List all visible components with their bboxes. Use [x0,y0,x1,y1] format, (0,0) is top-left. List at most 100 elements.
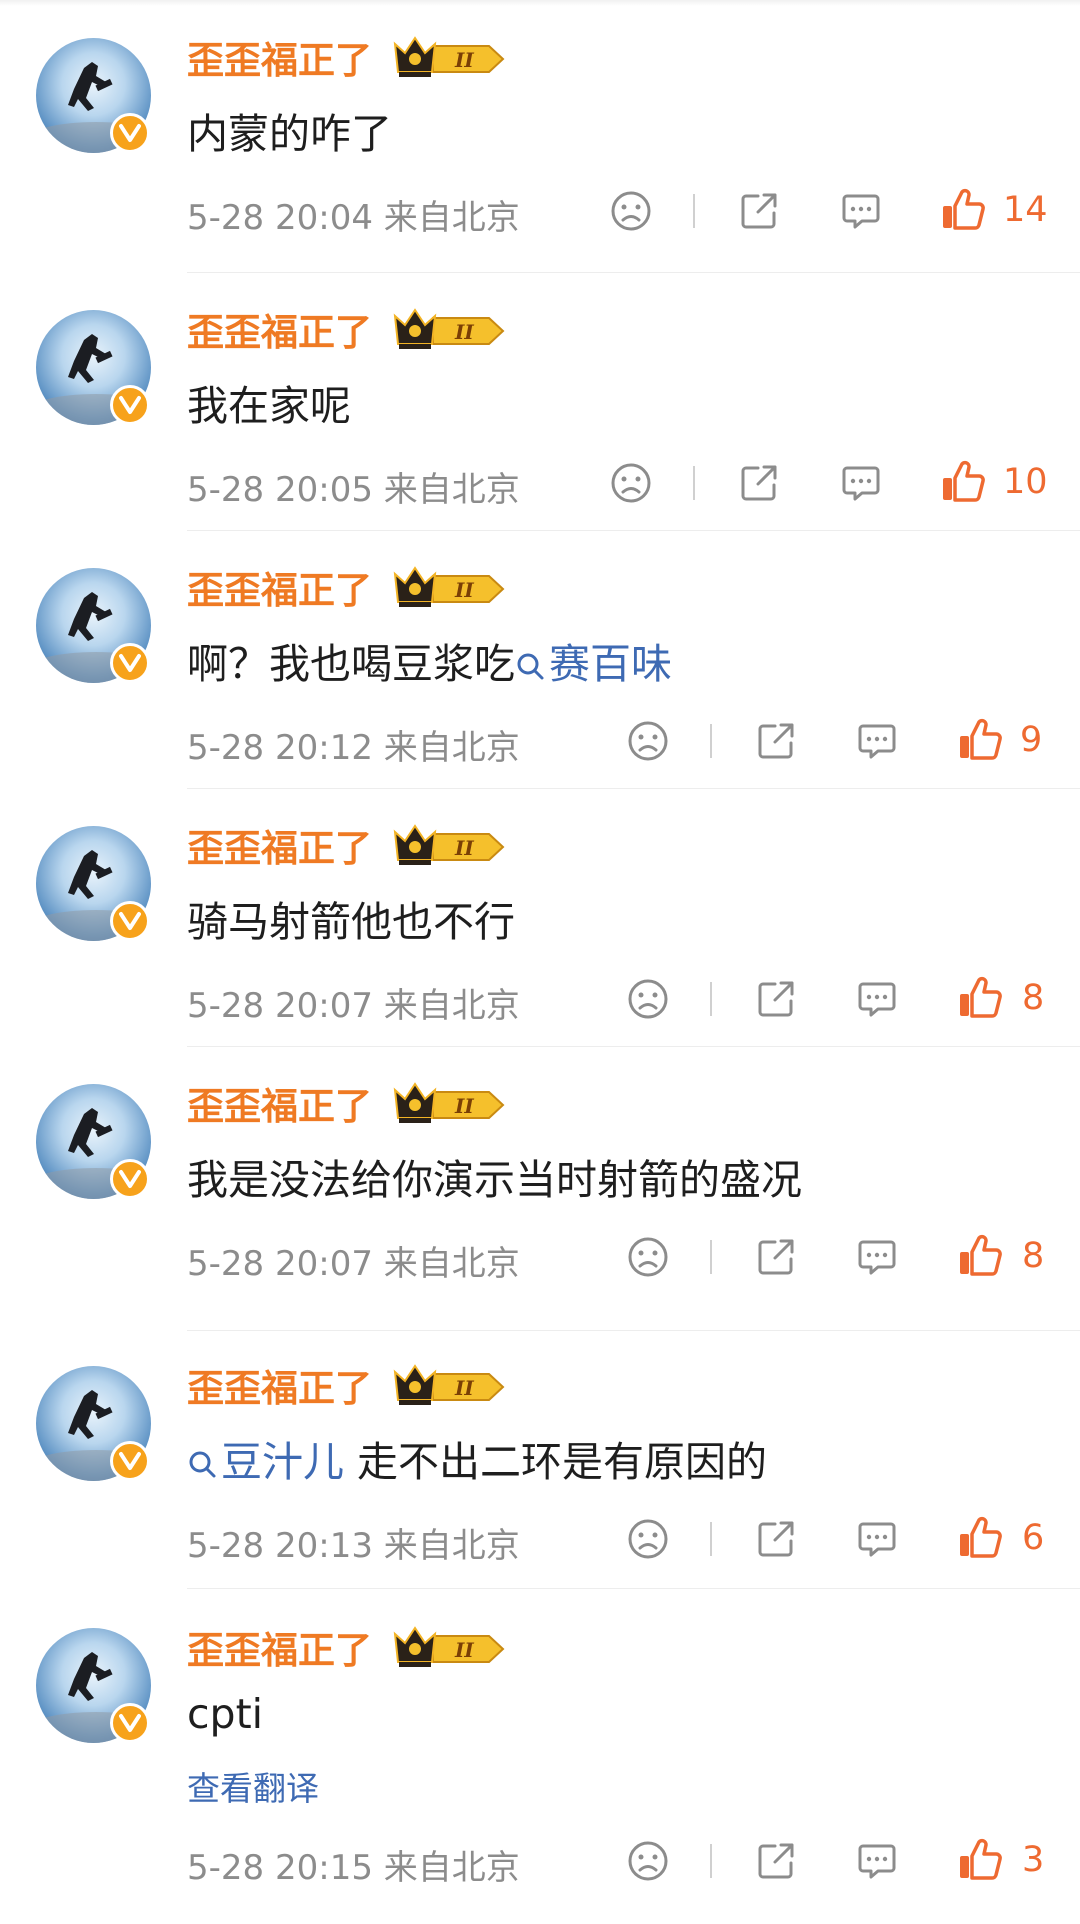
crown-badge-icon[interactable]: II [393,564,505,614]
svg-text:II: II [454,48,474,72]
verified-v-icon [110,901,150,941]
action-separator [693,466,695,500]
avatar-container[interactable] [0,788,190,978]
comment-text-plain: cpti [187,1690,264,1738]
divider [187,788,1080,789]
comment-text-plain: 我是没法给你演示当时射箭的盛况 [187,1156,802,1204]
verified-v-icon [110,113,150,153]
comment-text: 啊？我也喝豆浆吃 赛百味 [187,630,672,691]
username[interactable]: 歪歪福正了 [187,302,372,356]
like-count: 9 [1020,720,1043,760]
divider [187,1588,1080,1589]
comment-time: 5-28 20:15 [187,1848,373,1888]
reply-icon[interactable] [856,1840,898,1886]
dislike-icon[interactable] [627,1518,669,1564]
svg-text:II: II [454,578,474,602]
avatar-container[interactable] [0,1590,190,1780]
like-icon[interactable] [940,458,986,508]
dislike-icon[interactable] [627,978,669,1024]
topic-label: 赛百味 [549,640,672,688]
comment-meta: 5-28 20:04 来自北京 [187,190,520,239]
crown-badge-icon[interactable]: II [393,1362,505,1412]
reply-icon[interactable] [856,1518,898,1564]
reply-icon[interactable] [856,978,898,1024]
comment-text-plain: 骑马射箭他也不行 [187,898,515,946]
comment-text-plain: 内蒙的咋了 [187,110,392,158]
comment-location: 来自北京 [383,986,520,1026]
share-icon[interactable] [755,1518,797,1564]
comment-time: 5-28 20:13 [187,1526,373,1566]
dislike-icon[interactable] [627,720,669,766]
like-icon[interactable] [957,974,1003,1024]
comment-text-plain: 走不出二环是有原因的 [344,1438,768,1486]
comment-time: 5-28 20:12 [187,728,373,768]
crown-badge-icon[interactable]: II [393,1080,505,1130]
avatar-container[interactable] [0,272,190,462]
share-icon[interactable] [738,462,780,508]
comment-meta: 5-28 20:07 来自北京 [187,978,520,1027]
action-separator [693,194,695,228]
avatar-container[interactable] [0,1328,190,1518]
like-icon[interactable] [957,716,1003,766]
action-separator [710,724,712,758]
reply-icon[interactable] [840,190,882,236]
topic-search-icon [187,1441,217,1489]
divider [187,1046,1080,1047]
crown-badge-icon[interactable]: II [393,34,505,84]
dislike-icon[interactable] [627,1840,669,1886]
topic-link[interactable]: 赛百味 [515,640,672,688]
like-icon[interactable] [957,1836,1003,1886]
username[interactable]: 歪歪福正了 [187,818,372,872]
like-icon[interactable] [957,1232,1003,1282]
crown-badge-icon[interactable]: II [393,306,505,356]
comment-location: 来自北京 [383,1526,520,1566]
verified-v-icon [110,643,150,683]
like-count: 8 [1022,1236,1045,1276]
share-icon[interactable] [738,190,780,236]
username[interactable]: 歪歪福正了 [187,30,372,84]
username[interactable]: 歪歪福正了 [187,1076,372,1130]
dislike-icon[interactable] [627,1236,669,1282]
avatar-container[interactable] [0,530,190,720]
svg-text:II: II [454,320,474,344]
like-icon[interactable] [957,1514,1003,1564]
like-count: 3 [1022,1840,1045,1880]
like-count: 8 [1022,978,1045,1018]
dislike-icon[interactable] [610,462,652,508]
comment-text-plain: 啊？我也喝豆浆吃 [187,640,515,688]
dislike-icon[interactable] [610,190,652,236]
username[interactable]: 歪歪福正了 [187,560,372,614]
topic-label: 豆汁儿 [221,1438,344,1486]
comment-text: cpti [187,1690,263,1738]
svg-text:II: II [454,1094,474,1118]
comment-location: 来自北京 [383,198,520,238]
verified-v-icon [110,1159,150,1199]
divider [187,272,1080,273]
comment-time: 5-28 20:07 [187,1244,373,1284]
translate-link[interactable]: 查看翻译 [187,1762,319,1810]
comment-text: 豆汁儿 走不出二环是有原因的 [187,1428,767,1489]
comment-meta: 5-28 20:15 来自北京 [187,1840,520,1889]
share-icon[interactable] [755,1840,797,1886]
like-icon[interactable] [940,186,986,236]
username[interactable]: 歪歪福正了 [187,1358,372,1412]
comment-time: 5-28 20:07 [187,986,373,1026]
comment-meta: 5-28 20:13 来自北京 [187,1518,520,1567]
avatar-container[interactable] [0,0,190,190]
action-separator [710,982,712,1016]
comment-text: 我是没法给你演示当时射箭的盛况 [187,1146,802,1206]
crown-badge-icon[interactable]: II [393,822,505,872]
avatar-container[interactable] [0,1046,190,1236]
comment-meta: 5-28 20:07 来自北京 [187,1236,520,1285]
reply-icon[interactable] [856,1236,898,1282]
username[interactable]: 歪歪福正了 [187,1620,372,1674]
comment-text-plain: 我在家呢 [187,382,351,430]
share-icon[interactable] [755,720,797,766]
share-icon[interactable] [755,1236,797,1282]
comment-text: 骑马射箭他也不行 [187,888,515,948]
share-icon[interactable] [755,978,797,1024]
topic-link[interactable]: 豆汁儿 [187,1438,344,1486]
reply-icon[interactable] [856,720,898,766]
reply-icon[interactable] [840,462,882,508]
crown-badge-icon[interactable]: II [393,1624,505,1674]
